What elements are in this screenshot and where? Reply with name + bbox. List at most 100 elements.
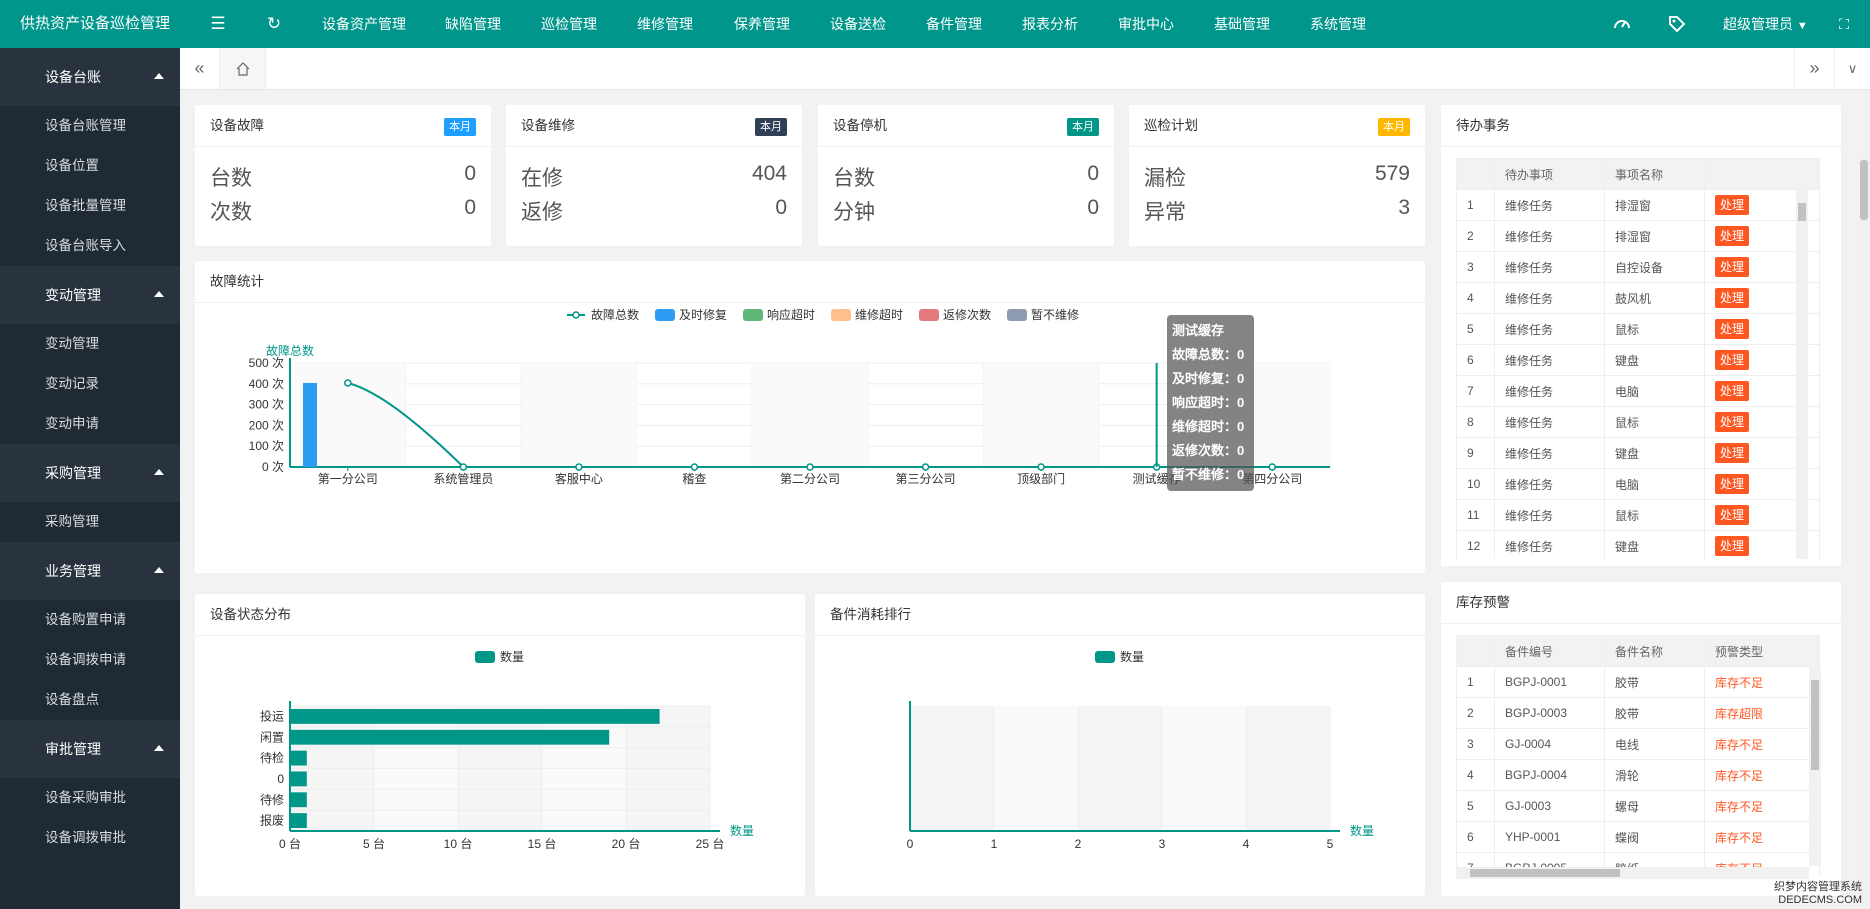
tabs-scroll-left-icon[interactable]: «: [180, 48, 220, 89]
top-bar: 供热资产设备巡检管理 ☰ ↻ 设备资产管理 缺陷管理 巡检管理 维修管理 保养管…: [0, 0, 1870, 48]
sidebar-group-approval[interactable]: 审批管理: [0, 720, 180, 778]
tooltip-row: 及时修复：0: [1172, 371, 1245, 386]
column-header-code: 备件编号: [1494, 635, 1605, 667]
grid-band: [1078, 706, 1162, 831]
sidebar-item-purchase-manage[interactable]: 采购管理: [0, 502, 180, 542]
sidebar-item-transfer-approval[interactable]: 设备调拨审批: [0, 818, 180, 858]
handle-button[interactable]: 处理: [1715, 381, 1750, 401]
sidebar-item-change-record[interactable]: 变动记录: [0, 364, 180, 404]
topnav-approval[interactable]: 审批中心: [1118, 0, 1174, 48]
x-tick-label: 10 台: [444, 836, 473, 851]
table-cell: 排湿窗: [1604, 220, 1705, 252]
x-tick-label: 第二分公司: [780, 472, 840, 486]
tag-icon[interactable]: [1666, 13, 1688, 35]
table-row: 2 维修任务 排湿窗 处理: [1456, 220, 1820, 252]
tooltip-row: 维修超时：0: [1172, 419, 1245, 434]
x-tick-label: 第三分公司: [896, 472, 956, 486]
handle-button[interactable]: 处理: [1715, 350, 1750, 370]
handle-button[interactable]: 处理: [1715, 226, 1750, 246]
handle-button[interactable]: 处理: [1715, 412, 1750, 432]
handle-button[interactable]: 处理: [1715, 536, 1750, 556]
table-row: 8 维修任务 鼠标 处理: [1456, 406, 1820, 438]
sidebar-item-transfer[interactable]: 设备调拨申请: [0, 640, 180, 680]
card-title: 巡检计划: [1144, 118, 1198, 133]
handle-button[interactable]: 处理: [1715, 195, 1750, 215]
tooltip-row: 故障总数：0: [1172, 347, 1245, 362]
legend-label: 数量: [500, 649, 524, 664]
page-scrollbar[interactable]: [1858, 152, 1870, 909]
table-row: 4 BGPJ-0004 滑轮 库存不足: [1456, 759, 1820, 791]
scroll-thumb[interactable]: [1798, 203, 1806, 221]
y-tick-label: 待检: [260, 750, 284, 765]
handle-button[interactable]: 处理: [1715, 474, 1750, 494]
parts-consumption-chart: 数量 0 1 2 3 4 5 数量: [907, 649, 1374, 851]
tooltip-row: 返修次数：0: [1172, 443, 1245, 458]
table-cell: 3: [1456, 728, 1495, 760]
sidebar-item-batch[interactable]: 设备批量管理: [0, 186, 180, 226]
table-row: 5 GJ-0003 螺母 库存不足: [1456, 790, 1820, 822]
bar: [303, 382, 317, 467]
handle-button[interactable]: 处理: [1715, 319, 1750, 339]
legend-swatch: [743, 309, 763, 321]
handle-button[interactable]: 处理: [1715, 505, 1750, 525]
topnav-asset[interactable]: 设备资产管理: [322, 0, 406, 48]
sidebar-group-label: 审批管理: [45, 741, 101, 757]
x-tick-label: 顶级部门: [1017, 471, 1065, 486]
menu-toggle-icon[interactable]: ☰: [207, 13, 229, 35]
table-cell: 鼓风机: [1604, 282, 1705, 314]
sidebar-item-change-apply[interactable]: 变动申请: [0, 404, 180, 444]
card-title: 设备维修: [521, 118, 575, 133]
sidebar-group-ledger[interactable]: 设备台账: [0, 48, 180, 106]
x-tick-label: 1: [991, 837, 998, 851]
y-tick-label: 200 次: [249, 418, 284, 432]
card-title: 设备停机: [833, 118, 887, 133]
topnav-repair[interactable]: 维修管理: [637, 0, 693, 48]
sidebar-item-inventory[interactable]: 设备盘点: [0, 680, 180, 720]
scroll-thumb[interactable]: [1860, 160, 1868, 220]
topnav-inspection[interactable]: 巡检管理: [541, 0, 597, 48]
sidebar-group-purchase[interactable]: 采购管理: [0, 444, 180, 502]
todo-scrollbar[interactable]: [1796, 189, 1808, 559]
handle-button[interactable]: 处理: [1715, 257, 1750, 277]
topnav-parts[interactable]: 备件管理: [926, 0, 982, 48]
x-tick-label: 4: [1243, 837, 1250, 851]
stock-scrollbar-v[interactable]: [1809, 666, 1821, 866]
fault-stats-panel: 故障统计 故障总数 及时修复 响应超时 维修超时 返修次数 暂不维修 0 次 100 次 200…: [195, 261, 1425, 573]
tabs-menu-chevron-icon[interactable]: ∨: [1834, 48, 1870, 89]
topnav-system[interactable]: 系统管理: [1310, 0, 1366, 48]
handle-button[interactable]: 处理: [1715, 443, 1750, 463]
x-tick-label: 15 台: [528, 836, 557, 851]
sidebar-item-purchase-approval[interactable]: 设备采购审批: [0, 778, 180, 818]
table-cell: 维修任务: [1494, 313, 1605, 345]
fullscreen-icon[interactable]: ⛶: [1833, 13, 1855, 35]
home-tab-icon[interactable]: [220, 48, 266, 89]
topnav-reports[interactable]: 报表分析: [1022, 0, 1078, 48]
topnav-testing[interactable]: 设备送检: [830, 0, 886, 48]
sidebar-item-ledger-manage[interactable]: 设备台账管理: [0, 106, 180, 146]
sidebar-item-location[interactable]: 设备位置: [0, 146, 180, 186]
stat-row: 在修 404: [521, 162, 787, 192]
todo-panel: 待办事务 待办事项 事项名称 1 维修任务 排湿窗 处理 2 维修任务 排湿窗 处理 3 维修任务…: [1441, 105, 1841, 566]
topnav-defect[interactable]: 缺陷管理: [445, 0, 501, 48]
sidebar-item-change-manage[interactable]: 变动管理: [0, 324, 180, 364]
refresh-icon[interactable]: ↻: [263, 13, 285, 35]
legend-swatch: [655, 309, 675, 321]
sidebar-group-change[interactable]: 变动管理: [0, 266, 180, 324]
y-tick-label: 待修: [260, 792, 284, 807]
sidebar-group-business[interactable]: 业务管理: [0, 542, 180, 600]
sidebar-item-import[interactable]: 设备台账导入: [0, 226, 180, 266]
handle-button[interactable]: 处理: [1715, 288, 1750, 308]
sidebar-item-acquire[interactable]: 设备购置申请: [0, 600, 180, 640]
dashboard-icon[interactable]: [1611, 13, 1633, 35]
legend-swatch: [919, 309, 939, 321]
topnav-basic[interactable]: 基础管理: [1214, 0, 1270, 48]
table-row: 3 GJ-0004 电线 库存不足: [1456, 728, 1820, 760]
scroll-thumb[interactable]: [1470, 869, 1620, 877]
user-menu[interactable]: 超级管理员 ▼: [1723, 0, 1808, 50]
stat-label: 次数: [210, 201, 252, 224]
tabs-scroll-right-icon[interactable]: »: [1794, 48, 1834, 89]
scroll-thumb[interactable]: [1811, 680, 1819, 770]
topnav-maintenance[interactable]: 保养管理: [734, 0, 790, 48]
stock-scrollbar-h[interactable]: [1456, 867, 1809, 879]
table-row: 9 维修任务 键盘 处理: [1456, 437, 1820, 469]
